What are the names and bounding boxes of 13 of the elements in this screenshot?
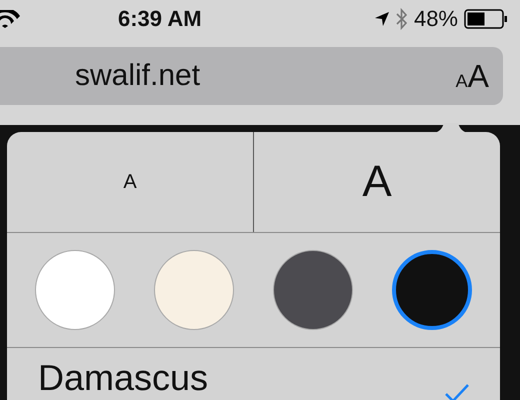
status-time: 6:39 AM — [118, 6, 202, 32]
wifi-icon — [0, 10, 20, 28]
battery-percent: 48% — [414, 6, 458, 32]
address-bar[interactable]: swalif.net AA — [0, 47, 503, 105]
battery-icon — [464, 9, 508, 29]
location-arrow-icon — [374, 11, 390, 27]
bluetooth-icon — [396, 8, 408, 30]
text-size-button[interactable]: AA — [452, 58, 493, 94]
url-text: swalif.net — [75, 59, 200, 93]
larger-text-button[interactable]: A — [254, 132, 500, 232]
smaller-text-button[interactable]: A — [7, 132, 254, 232]
font-name: Damascus — [38, 357, 208, 399]
font-option[interactable]: Damascus — [7, 348, 500, 400]
